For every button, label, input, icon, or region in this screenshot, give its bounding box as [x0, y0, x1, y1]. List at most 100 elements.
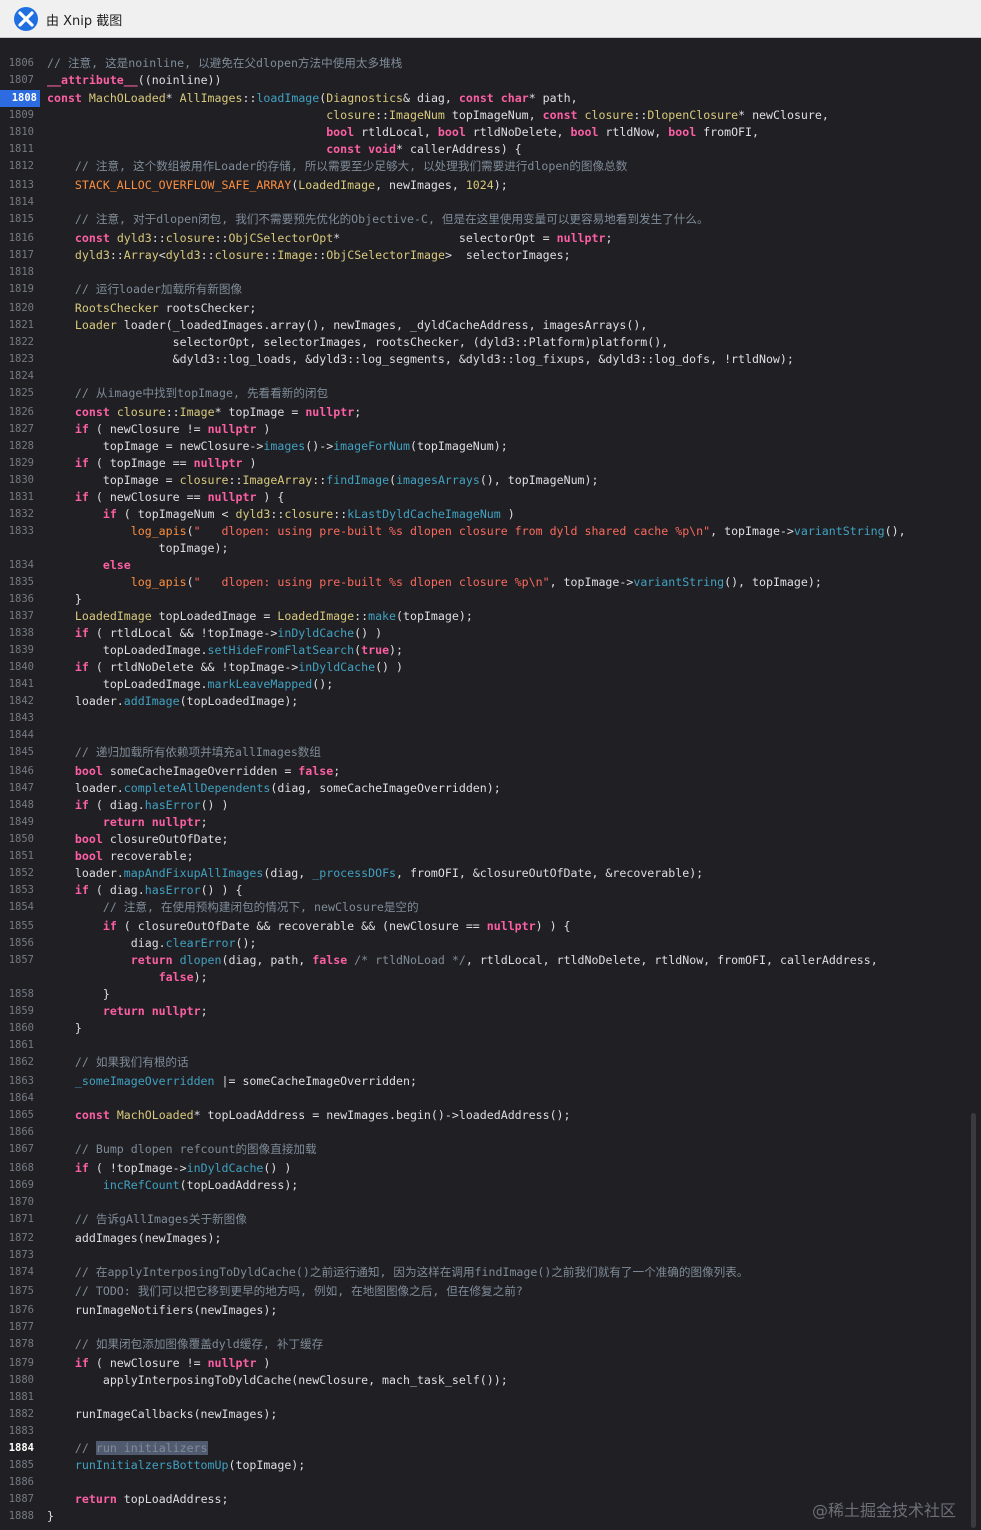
code-token: // 注意, 在使用预构建闭包的情况下, newClosure是空的	[102, 900, 419, 914]
line-number[interactable]: 1850	[0, 831, 34, 848]
line-number[interactable]: 1882	[0, 1406, 34, 1423]
line-number[interactable]: 1872	[0, 1230, 34, 1247]
line-number[interactable]: 1814	[0, 194, 34, 211]
line-number[interactable]: 1825	[0, 385, 34, 402]
line-number[interactable]: 1816	[0, 230, 34, 247]
line-number[interactable]: 1841	[0, 676, 34, 693]
code-token: <	[158, 248, 166, 262]
line-number[interactable]: 1862	[0, 1054, 34, 1071]
line-number[interactable]: 1824	[0, 368, 34, 385]
line-number[interactable]: 1818	[0, 264, 34, 281]
line-number[interactable]: 1832	[0, 506, 34, 523]
line-number[interactable]: 1853	[0, 882, 34, 899]
code-token: if	[74, 422, 89, 436]
line-number[interactable]: 1868	[0, 1160, 34, 1177]
line-number[interactable]: 1843	[0, 710, 34, 727]
line-number[interactable]: 1857	[0, 952, 34, 969]
line-number[interactable]: 1888	[0, 1508, 34, 1525]
code-editor[interactable]: 1806 // 注意, 这是noinline, 以避免在父dlopen方法中使用太…	[0, 38, 981, 1530]
line-number[interactable]: 1861	[0, 1037, 34, 1054]
line-number[interactable]: 1874	[0, 1264, 34, 1281]
line-number[interactable]: 1870	[0, 1194, 34, 1211]
line-number[interactable]: 1840	[0, 659, 34, 676]
line-number[interactable]: 1877	[0, 1319, 34, 1336]
line-number[interactable]: 1817	[0, 247, 34, 264]
line-number[interactable]: 1822	[0, 334, 34, 351]
line-number[interactable]: 1809	[0, 107, 34, 124]
line-number[interactable]: 1887	[0, 1491, 34, 1508]
line-number[interactable]: 1815	[0, 211, 34, 228]
line-number[interactable]: 1879	[0, 1355, 34, 1372]
line-number[interactable]: 1823	[0, 351, 34, 368]
line-number[interactable]: 1885	[0, 1457, 34, 1474]
line-number[interactable]: 1812	[0, 158, 34, 175]
line-number[interactable]: 1847	[0, 780, 34, 797]
line-number[interactable]: 1811	[0, 141, 34, 158]
code-token: nullptr	[305, 405, 355, 419]
line-number[interactable]: 1837	[0, 608, 34, 625]
line-number[interactable]: 1828	[0, 438, 34, 455]
line-number[interactable]: 1845	[0, 744, 34, 761]
vertical-scrollbar[interactable]	[971, 1113, 976, 1528]
line-number[interactable]: 1807	[0, 72, 34, 89]
line-number[interactable]: 1842	[0, 693, 34, 710]
code-token: * topImage =	[214, 405, 306, 419]
line-number[interactable]: 1880	[0, 1372, 34, 1389]
line-number[interactable]: 1831	[0, 489, 34, 506]
line-number[interactable]: 1806	[0, 55, 34, 72]
line-number[interactable]: 1854	[0, 899, 34, 916]
line-number[interactable]: 1867	[0, 1141, 34, 1158]
line-number[interactable]: 1836	[0, 591, 34, 608]
line-number[interactable]: 1810	[0, 124, 34, 141]
line-number[interactable]: 1859	[0, 1003, 34, 1020]
line-number[interactable]: 1827	[0, 421, 34, 438]
line-number[interactable]: 1808	[0, 90, 40, 107]
line-number[interactable]: 1839	[0, 642, 34, 659]
line-number[interactable]: 1838	[0, 625, 34, 642]
line-number[interactable]: 1819	[0, 281, 34, 298]
line-number[interactable]: 1851	[0, 848, 34, 865]
line-number[interactable]: 1852	[0, 865, 34, 882]
line-number[interactable]: 1884	[0, 1440, 34, 1457]
line-number[interactable]: 1821	[0, 317, 34, 334]
line-number[interactable]: 1869	[0, 1177, 34, 1194]
line-number[interactable]: 1849	[0, 814, 34, 831]
line-number[interactable]: 1876	[0, 1302, 34, 1319]
line-number[interactable]: 1871	[0, 1211, 34, 1228]
line-number[interactable]: 1835	[0, 574, 34, 591]
line-number[interactable]: 1844	[0, 727, 34, 744]
line-number[interactable]: 1846	[0, 763, 34, 780]
code-text: _someImageOverridden |= someCacheImageOv…	[47, 1073, 417, 1090]
line-number[interactable]: 1813	[0, 177, 34, 194]
line-number[interactable]: 1829	[0, 455, 34, 472]
line-number[interactable]: 1833	[0, 523, 34, 540]
line-number[interactable]: 1820	[0, 300, 34, 317]
line-number[interactable]: 1860	[0, 1020, 34, 1037]
line-number[interactable]: 1886	[0, 1474, 34, 1491]
line-number[interactable]: 1866	[0, 1124, 34, 1141]
line-number[interactable]: 1855	[0, 918, 34, 935]
code-token: // 注意, 这是noinline, 以避免在父dlopen方法中使用太多堆栈	[47, 56, 403, 70]
line-number[interactable]: 1848	[0, 797, 34, 814]
line-number[interactable]: 1858	[0, 986, 34, 1003]
line-number[interactable]: 1863	[0, 1073, 34, 1090]
code-token: topLoadedImage.	[47, 643, 208, 657]
line-number[interactable]: 1864	[0, 1090, 34, 1107]
line-number[interactable]: 1834	[0, 557, 34, 574]
code-token: topImage);	[47, 541, 229, 555]
line-number[interactable]: 1856	[0, 935, 34, 952]
line-number[interactable]: 1878	[0, 1336, 34, 1353]
line-number[interactable]: 1881	[0, 1389, 34, 1406]
line-number[interactable]: 1865	[0, 1107, 34, 1124]
line-number[interactable]: 1875	[0, 1283, 34, 1300]
code-token: (topImage);	[396, 609, 473, 623]
line-number[interactable]: 1873	[0, 1247, 34, 1264]
line-number[interactable]: 1830	[0, 472, 34, 489]
line-number[interactable]: 1883	[0, 1423, 34, 1440]
code-token: applyInterposingToDyldCache(newClosure, …	[47, 1373, 508, 1387]
line-number[interactable]: 1826	[0, 404, 34, 421]
